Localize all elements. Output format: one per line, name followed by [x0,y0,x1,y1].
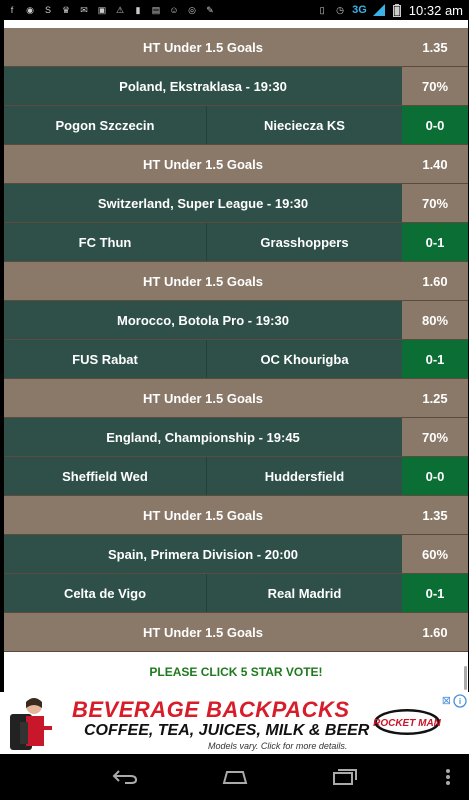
confidence-value: 70% [402,184,468,222]
tips-page: HT Under 1.5 Goals 1.35 Poland, Ekstraklas… [4,20,468,692]
home-team: Pogon Szczecin [4,106,207,144]
back-icon [112,770,137,784]
overflow-menu-icon [446,769,450,785]
away-team: OC Khourigba [260,351,349,367]
tip-row: HT Under 1.5 Goals 1.40 [4,145,468,184]
confidence-value: 80% [402,301,468,339]
league-row: Morocco, Botola Pro - 19:30 80% [4,301,468,340]
odds-value: 1.60 [422,273,448,289]
cat-icon: ☺ [169,5,179,15]
confidence-value: 70% [402,418,468,456]
home-team: FUS Rabat [4,340,207,378]
away-team: Huddersfield [264,468,345,484]
status-bar: f ◉ S ♛ ✉ ▣ ⚠ ▮ ▤ ☺ ◎ ✎ ▯ ◷ 3G 10:32 am [0,0,469,20]
away-team: Grasshoppers [260,234,349,250]
tip-row: HT Under 1.5 Goals 1.35 [4,28,468,67]
tip-label: HT Under 1.5 Goals [143,624,263,640]
league-row: England, Championship - 19:45 70% [4,418,468,457]
home-team: FC Thun [4,223,207,261]
odds-value: 1.60 [422,624,448,640]
tip-row: HT Under 1.5 Goals 1.35 [4,496,468,535]
vote-label: PLEASE CLICK 5 STAR VOTE! [149,665,323,679]
navigation-bar [0,754,469,800]
match-row: Celta de Vigo Real Madrid 0-1 [4,574,468,613]
tip-label: HT Under 1.5 Goals [143,39,263,55]
adchoices-icon[interactable]: i [453,694,467,708]
scribble-icon: ✎ [206,4,214,15]
tip-row: HT Under 1.5 Goals 1.60 [4,613,468,652]
mail-icon: ✉ [80,4,88,15]
signal-icon [372,4,385,16]
score-value: 0-0 [402,457,468,495]
league-row: Switzerland, Super League - 19:30 70% [4,184,468,223]
league-label: Morocco, Botola Pro - 19:30 [117,312,289,328]
league-label: England, Championship - 19:45 [106,429,300,445]
league-label: Spain, Primera Division - 20:00 [107,546,299,562]
tip-label: HT Under 1.5 Goals [143,507,263,523]
skype-icon: S [44,5,51,15]
ad-subline: COFFEE, TEA, JUICES, MILK & BEER [84,722,370,739]
vibrate-icon: ▯ [319,4,325,15]
match-row: FUS Rabat OC Khourigba 0-1 [4,340,468,379]
tip-label: HT Under 1.5 Goals [143,390,263,406]
alarm-icon: ◷ [336,4,345,15]
league-row: Poland, Ekstraklasa - 19:30 70% [4,67,468,106]
confidence-value: 60% [402,535,468,573]
back-button[interactable] [105,764,145,790]
away-team: Real Madrid [267,585,342,601]
match-row: Sheffield Wed Huddersfield 0-0 [4,457,468,496]
network-type: 3G [352,4,367,16]
tip-label: HT Under 1.5 Goals [143,273,263,289]
score-value: 0-1 [402,340,468,378]
odds-value: 1.40 [422,156,448,172]
tip-label: HT Under 1.5 Goals [143,156,263,172]
tip-row: HT Under 1.5 Goals 1.60 [4,262,468,301]
ad-fine-print: Models vary. Click for more details. [208,741,348,751]
clock: 10:32 am [408,2,463,18]
ad-person-image [10,698,52,750]
score-value: 0-0 [402,106,468,144]
score-value: 0-1 [402,574,468,612]
svg-text:ROCKET MAN: ROCKET MAN [373,718,441,729]
crown-icon: ♛ [61,4,71,15]
ad-headline: BEVERAGE BACKPACKS [72,697,350,722]
menu-button[interactable] [445,768,451,791]
store-icon: ▤ [151,4,161,15]
odds-value: 1.25 [422,390,448,406]
league-row: Spain, Primera Division - 20:00 60% [4,535,468,574]
vote-banner[interactable]: PLEASE CLICK 5 STAR VOTE! [4,652,468,692]
away-team: Nieciecza KS [264,117,345,133]
notification-icons: f ◉ S ♛ ✉ ▣ ⚠ ▮ ▤ ☺ ◎ ✎ [6,4,216,16]
home-team: Celta de Vigo [4,574,207,612]
recent-apps-button[interactable] [325,764,365,790]
battery-icon [391,3,403,17]
league-label: Poland, Ekstraklasa - 19:30 [119,78,287,94]
league-label: Switzerland, Super League - 19:30 [97,195,309,211]
home-button[interactable] [215,764,255,790]
chrome-icon: ◎ [188,4,196,15]
score-value: 0-1 [402,223,468,261]
ad-banner[interactable]: BEVERAGE BACKPACKS COFFEE, TEA, JUICES, … [0,692,469,754]
recent-apps-icon [332,769,357,785]
odds-value: 1.35 [422,39,448,55]
ad-close-icon[interactable]: ⊠ [442,694,451,707]
ad-brand-logo: ROCKET MAN [373,709,441,735]
scrollbar[interactable] [464,666,467,690]
tip-row: HT Under 1.5 Goals 1.25 [4,379,468,418]
odds-value: 1.35 [422,507,448,523]
match-row: FC Thun Grasshoppers 0-1 [4,223,468,262]
tips-table: HT Under 1.5 Goals 1.35 Poland, Ekstraklas… [4,28,468,652]
home-icon [222,771,247,784]
facebook-icon: f [10,5,14,15]
match-row: Pogon Szczecin Nieciecza KS 0-0 [4,106,468,145]
image-icon: ▣ [97,4,107,15]
confidence-value: 70% [402,67,468,105]
home-team: Sheffield Wed [4,457,207,495]
svg-text:i: i [459,697,461,706]
battery-icon: ▮ [135,4,141,15]
whatsapp-icon: ◉ [26,4,34,15]
warning-icon: ⚠ [115,4,125,15]
